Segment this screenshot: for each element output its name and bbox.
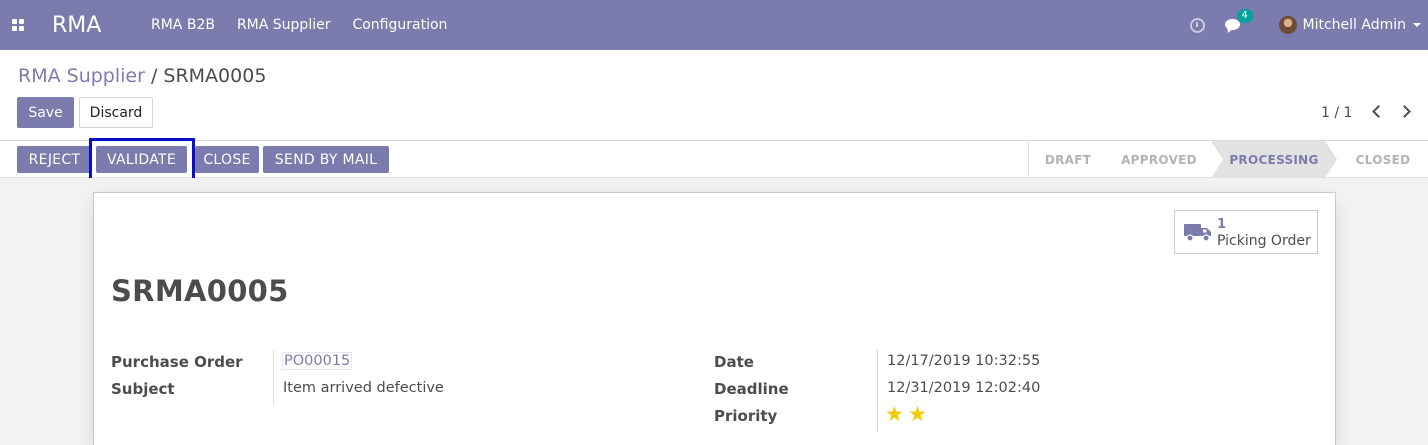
breadcrumb-parent[interactable]: RMA Supplier: [18, 65, 145, 87]
pager-next-icon[interactable]: [1398, 105, 1411, 118]
purchase-order-link[interactable]: PO00015: [282, 352, 353, 370]
picking-order-smart-button[interactable]: 1 Picking Order: [1174, 210, 1318, 254]
control-panel: RMA Supplier / SRMA0005 Save Discard 1 /…: [0, 50, 1428, 141]
field-divider: [877, 350, 878, 432]
breadcrumb-separator: /: [144, 65, 164, 87]
stage-pipeline: DRAFT APPROVED PROCESSING CLOSED: [1028, 141, 1428, 178]
priority-star-icon[interactable]: ★: [908, 404, 927, 425]
breadcrumb-current: SRMA0005: [163, 65, 267, 87]
purchase-order-label: Purchase Order: [111, 353, 243, 371]
truck-icon: [1184, 224, 1211, 242]
top-navbar: RMA RMA B2B RMA Supplier Configuration 4…: [0, 0, 1428, 50]
message-count-badge: 4: [1236, 9, 1253, 23]
app-brand[interactable]: RMA: [52, 13, 151, 38]
priority-star-icon[interactable]: ★: [885, 404, 904, 425]
menu-rma-supplier[interactable]: RMA Supplier: [237, 17, 331, 33]
pager-previous-icon[interactable]: [1372, 105, 1385, 118]
date-label: Date: [714, 353, 754, 371]
navbar-systray: 4 Mitchell Admin: [1189, 0, 1428, 50]
pager-value[interactable]: 1 / 1: [1321, 105, 1352, 121]
reject-button[interactable]: REJECT: [17, 146, 92, 173]
menu-configuration[interactable]: Configuration: [352, 17, 447, 33]
priority-label: Priority: [714, 407, 778, 425]
form-statusbar: REJECT VALIDATE CLOSE SEND BY MAIL DRAFT…: [0, 141, 1428, 178]
stage-processing[interactable]: PROCESSING: [1211, 141, 1337, 178]
discard-button[interactable]: Discard: [79, 97, 153, 128]
stage-approved[interactable]: APPROVED: [1107, 141, 1211, 178]
validate-button[interactable]: VALIDATE: [96, 146, 187, 173]
subject-label: Subject: [111, 380, 175, 398]
save-button[interactable]: Save: [17, 97, 74, 128]
date-field[interactable]: 12/17/2019 10:32:55: [887, 353, 1040, 369]
deadline-label: Deadline: [714, 380, 789, 398]
deadline-field[interactable]: 12/31/2019 12:02:40: [887, 380, 1040, 396]
subject-field[interactable]: Item arrived defective: [283, 380, 444, 396]
activity-clock-icon[interactable]: [1189, 17, 1205, 33]
user-menu[interactable]: Mitchell Admin: [1303, 17, 1407, 33]
field-divider: [273, 350, 274, 404]
send-by-mail-button[interactable]: SEND BY MAIL: [263, 146, 389, 173]
close-button[interactable]: CLOSE: [195, 146, 259, 173]
user-avatar[interactable]: [1278, 16, 1297, 34]
stage-closed[interactable]: CLOSED: [1337, 141, 1428, 178]
menu-rma-b2b[interactable]: RMA B2B: [151, 17, 215, 33]
record-title: SRMA0005: [111, 274, 289, 308]
chat-bubble-icon: [1224, 19, 1240, 30]
picking-order-count: 1: [1217, 217, 1227, 232]
chevron-down-icon[interactable]: [1413, 23, 1421, 27]
picking-order-label: Picking Order: [1217, 233, 1311, 249]
messages-button[interactable]: 4: [1224, 9, 1253, 33]
stage-draft[interactable]: DRAFT: [1029, 141, 1107, 178]
apps-menu-icon[interactable]: [0, 0, 36, 50]
breadcrumb: RMA Supplier / SRMA0005: [18, 65, 266, 87]
